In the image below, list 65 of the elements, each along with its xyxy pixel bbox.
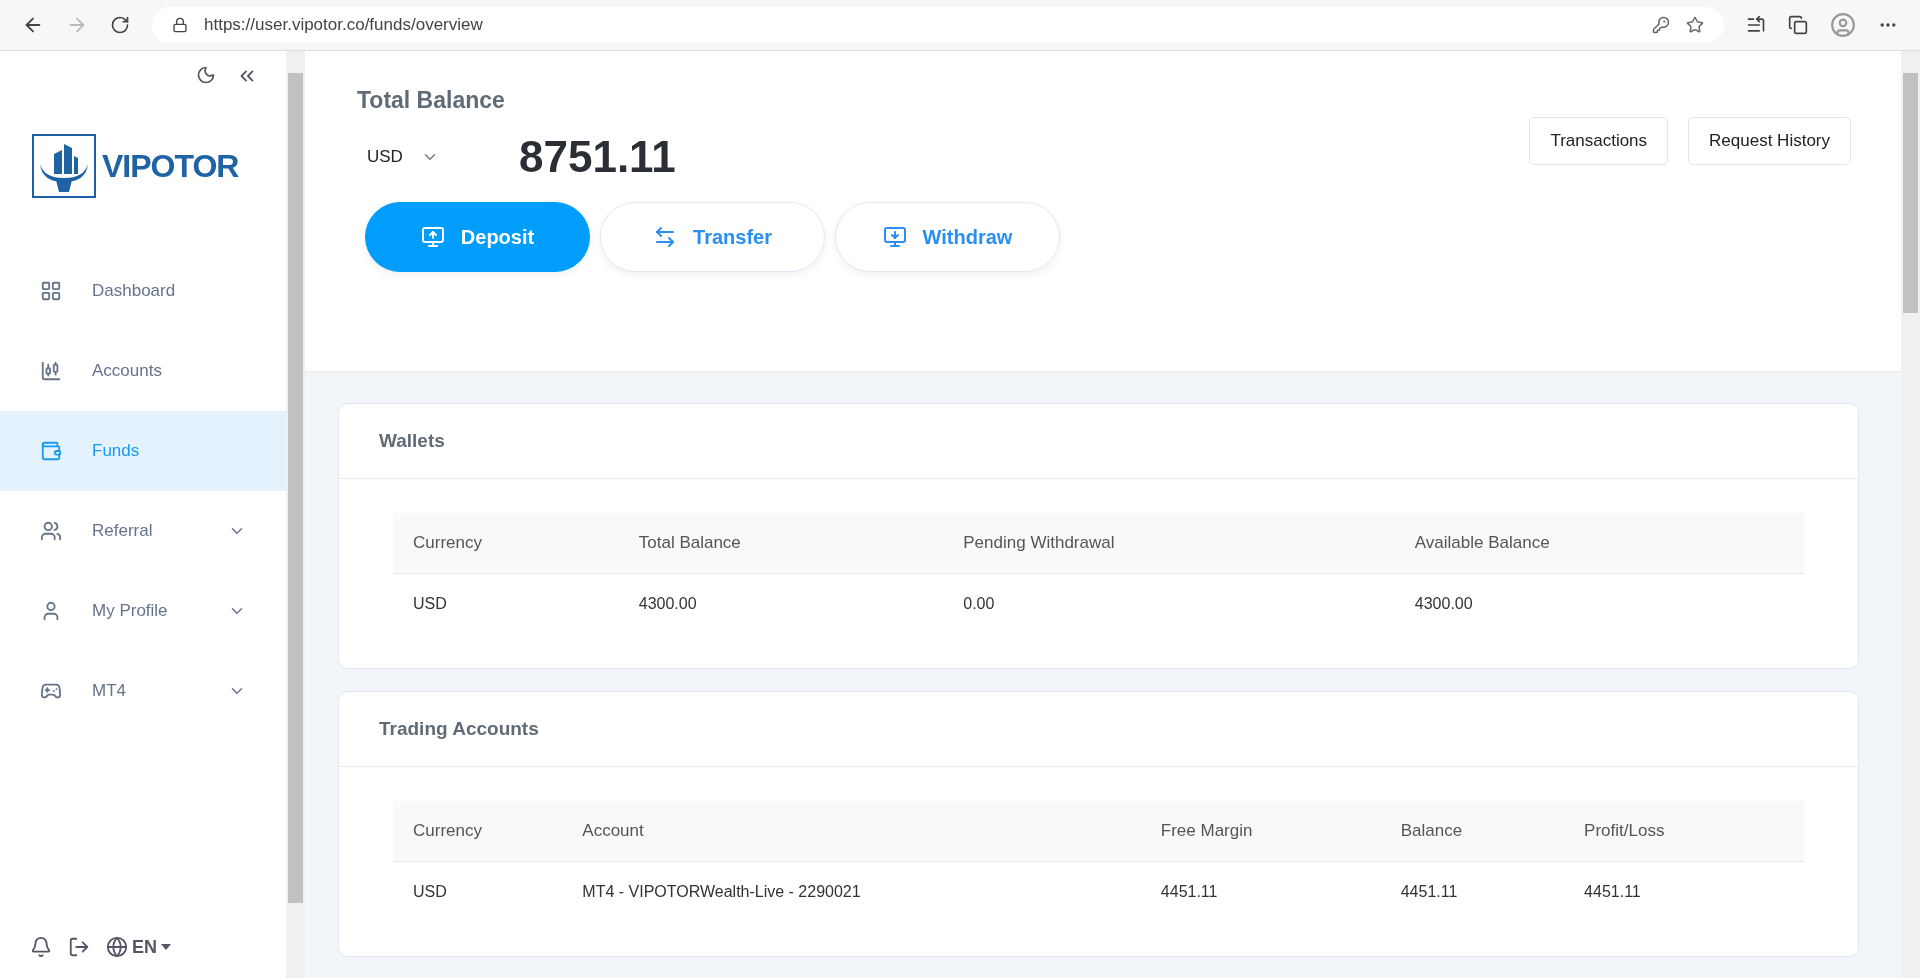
nav-item[interactable]: MT4 [0, 651, 286, 731]
logo-text: VIPOTOR [102, 147, 239, 185]
column-header: Pending Withdrawal [943, 513, 1395, 574]
candlestick-icon [40, 360, 62, 382]
download-icon [882, 225, 907, 249]
column-header: Available Balance [1394, 513, 1804, 574]
address-bar[interactable]: https://user.vipotor.co/funds/overview [152, 7, 1724, 43]
star-icon[interactable] [1686, 16, 1704, 34]
nav-label: My Profile [92, 601, 169, 621]
grid-icon [40, 280, 62, 302]
bell-icon[interactable] [30, 936, 52, 958]
card-title: Wallets [339, 404, 1858, 479]
action-button[interactable]: Deposit [365, 202, 590, 272]
logout-icon[interactable] [68, 936, 90, 958]
nav-label: Referral [92, 521, 154, 541]
nav-item[interactable]: My Profile [0, 571, 286, 651]
bull-logo-icon [32, 134, 96, 198]
scrollbar-thumb[interactable] [1903, 73, 1918, 313]
nav-item[interactable]: Dashboard [0, 251, 286, 331]
table-cell: 4451.11 [1564, 861, 1804, 922]
column-header: Currency [393, 513, 619, 574]
table-cell: USD [393, 573, 619, 634]
nav-item[interactable]: Accounts [0, 331, 286, 411]
caret-icon [161, 944, 171, 950]
section-title: Total Balance [357, 87, 506, 114]
reload-icon[interactable] [110, 15, 130, 35]
table-cell: MT4 - VIPOTORWealth-Live - 2290021 [562, 861, 1141, 922]
column-header: Profit/Loss [1564, 801, 1804, 862]
nav-label: Accounts [92, 361, 163, 381]
currency-select[interactable]: USD [357, 147, 477, 167]
history-button[interactable]: Transactions [1529, 117, 1669, 165]
history-button[interactable]: Request History [1688, 117, 1851, 165]
profile-icon[interactable] [1830, 12, 1856, 38]
column-header: Free Margin [1140, 801, 1381, 862]
nav-label: MT4 [92, 681, 127, 701]
favorites-icon[interactable] [1746, 15, 1766, 35]
column-header: Total Balance [618, 513, 944, 574]
column-header: Currency [393, 801, 563, 862]
card-title: Trading Accounts [339, 692, 1858, 767]
key-icon[interactable] [1652, 16, 1670, 34]
globe-icon [106, 936, 128, 958]
nav-label: Dashboard [92, 281, 177, 301]
nav-item[interactable]: Funds [0, 411, 286, 491]
table-cell: 4300.00 [1394, 573, 1804, 634]
table-cell: USD [393, 861, 563, 922]
collections-icon[interactable] [1788, 15, 1808, 35]
table-cell: 4300.00 [618, 573, 944, 634]
users-icon [40, 520, 62, 542]
url-text: https://user.vipotor.co/funds/overview [204, 15, 483, 35]
moon-icon[interactable] [196, 65, 216, 85]
action-button[interactable]: Transfer [600, 202, 825, 272]
table-cell: 4451.11 [1140, 861, 1381, 922]
balance-amount: 8751.11 [519, 132, 676, 182]
column-header: Balance [1380, 801, 1565, 862]
nav-item[interactable]: Referral [0, 491, 286, 571]
table-cell: 4451.11 [1380, 861, 1565, 922]
lock-icon [172, 17, 188, 33]
table-cell: 0.00 [943, 573, 1395, 634]
nav-label: Funds [92, 441, 141, 461]
action-button[interactable]: Withdraw [835, 202, 1060, 272]
wallet-icon [40, 440, 62, 462]
language-selector[interactable]: EN [106, 936, 171, 958]
upload-icon [420, 225, 445, 249]
scrollbar-thumb[interactable] [288, 73, 303, 903]
column-header: Account [562, 801, 1141, 862]
